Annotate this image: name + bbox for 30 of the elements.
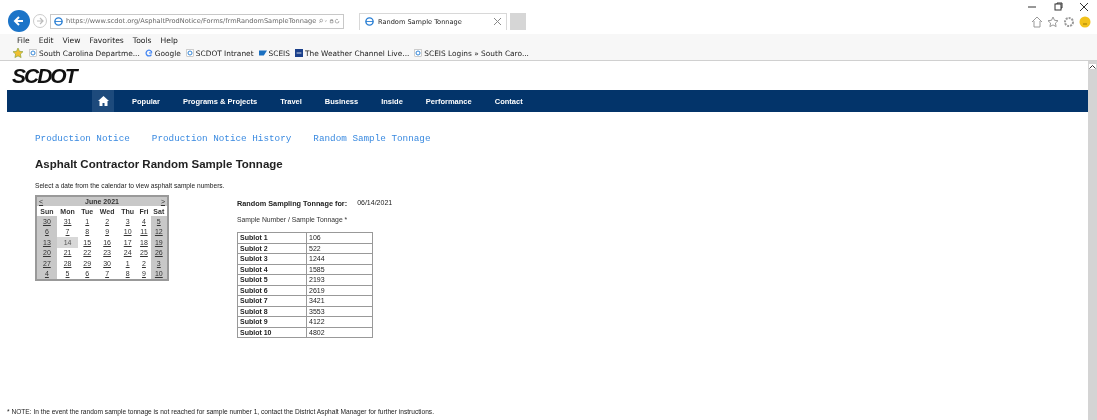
page-link[interactable]: Production Notice (35, 133, 130, 144)
page-link[interactable]: Production Notice History (151, 133, 292, 144)
close-icon[interactable] (1079, 2, 1089, 12)
browser-icon (365, 17, 374, 26)
page-heading: Asphalt Contractor Random Sample Tonnage (35, 158, 284, 170)
page-icon (185, 49, 194, 57)
g-letter-icon (144, 49, 153, 57)
scrollbar[interactable] (1088, 61, 1097, 420)
scroll-up-arrow-icon[interactable] (1089, 64, 1096, 69)
back-arrow-icon (13, 15, 25, 27)
restore-icon[interactable] (1053, 2, 1063, 12)
back-button[interactable] (8, 10, 30, 32)
smiley-icon[interactable] (1079, 16, 1091, 28)
favorites-star-icon[interactable] (12, 47, 24, 59)
forward-arrow-icon (36, 17, 44, 25)
home-icon[interactable] (1031, 16, 1043, 28)
site-logo[interactable]: SCDOT (7, 65, 76, 86)
star-icon[interactable] (1047, 16, 1059, 28)
forward-button[interactable] (33, 14, 47, 28)
page-icon (414, 49, 423, 57)
home-button[interactable] (92, 90, 114, 112)
address-tools-icon (319, 16, 340, 26)
page-link[interactable]: Random Sample Tonnage (313, 133, 431, 144)
home-icon (97, 96, 109, 106)
settings-icon[interactable] (1063, 16, 1075, 28)
flag-icon (258, 49, 267, 57)
browser-icon (54, 16, 63, 26)
new-tab-button[interactable] (510, 12, 526, 30)
square-logo-icon (294, 49, 303, 57)
page-icon (29, 49, 37, 57)
